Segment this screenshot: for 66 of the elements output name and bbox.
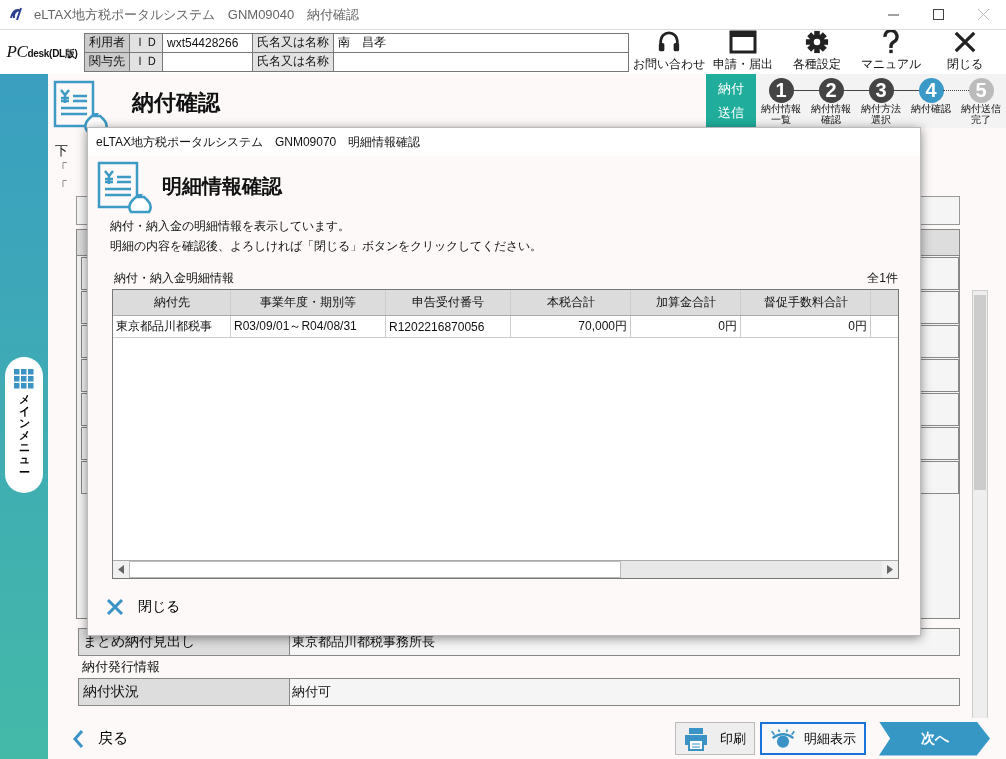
table-cell: 利用者 xyxy=(84,33,130,52)
table-cell: 氏名又は名称 xyxy=(252,33,334,52)
table-cell: 70,000円 xyxy=(511,316,631,337)
record-count: 全1件 xyxy=(867,270,898,287)
step-number: 1 xyxy=(768,78,794,103)
column-header: 督促手数料合計 xyxy=(741,290,871,315)
left-arrow-icon[interactable] xyxy=(118,565,124,574)
dialog-heading: 明細情報確認 xyxy=(162,173,282,199)
toolbar-button[interactable]: 申請・届出 xyxy=(706,30,780,74)
maximize-icon[interactable] xyxy=(933,9,944,20)
close-icon[interactable] xyxy=(978,9,989,20)
table-cell: R03/09/01～R04/08/31 xyxy=(231,316,386,337)
grid-icon xyxy=(14,369,34,389)
toolbar-button[interactable]: マニュアル xyxy=(854,30,928,74)
row-value: 納付可 xyxy=(290,679,959,705)
close-icon xyxy=(106,598,124,616)
column-header: 申告受付番号 xyxy=(386,290,511,315)
table-cell: 東京都品川都税事 xyxy=(113,316,231,337)
close-icon xyxy=(952,30,978,54)
column-header: 本税合計 xyxy=(511,290,631,315)
printer-icon xyxy=(684,726,708,751)
column-header: 加算金合計 xyxy=(631,290,741,315)
step-label: 納付情報確認 xyxy=(810,104,852,125)
headset-icon xyxy=(656,30,682,54)
table-cell: wxt54428266 xyxy=(162,33,253,52)
help-icon xyxy=(882,30,900,54)
table-cell: ＩＤ xyxy=(129,33,163,52)
column-header: 納付先 xyxy=(113,290,231,315)
close-button[interactable]: 閉じる xyxy=(100,597,186,617)
eye-icon xyxy=(770,727,796,750)
step-label: 納付情報一覧 xyxy=(760,104,802,125)
scrollbar[interactable] xyxy=(972,290,988,718)
horizontal-scrollbar[interactable] xyxy=(113,560,898,578)
toolbar-button[interactable]: お問い合わせ xyxy=(632,30,706,74)
step-label: 納付送信完了 xyxy=(960,104,1002,125)
print-button[interactable]: 印刷 xyxy=(675,722,755,755)
main-menu-button[interactable]: メインメニュー xyxy=(5,357,43,493)
intro-text: 「 xyxy=(55,178,68,196)
description-text: 明細の内容を確認後、よろしければ「閉じる」ボタンをクリックしてください。 xyxy=(110,238,543,255)
toolbar-button[interactable]: 閉じる xyxy=(928,30,1002,74)
product-logo: PCdesk(DL版) xyxy=(5,42,79,62)
details-button[interactable]: 明細表示 xyxy=(760,722,866,755)
toolbar-button[interactable]: 各種設定 xyxy=(780,30,854,74)
chevron-left-icon xyxy=(72,728,84,749)
intro-text: 下 xyxy=(55,142,68,160)
step-number: 5 xyxy=(968,78,994,103)
row-label: 納付状況 xyxy=(79,679,290,705)
step-label: 納付確認 xyxy=(910,104,952,115)
window-icon xyxy=(729,30,757,54)
table-cell: 0円 xyxy=(631,316,741,337)
back-button[interactable]: 戻る xyxy=(66,727,134,750)
step-label: 納付方法選択 xyxy=(860,104,902,125)
intro-text: 「 xyxy=(55,160,68,178)
right-arrow-icon[interactable] xyxy=(887,565,893,574)
page-title: 納付確認 xyxy=(132,89,220,117)
column-header: 事業年度・期別等 xyxy=(231,290,386,315)
step-number: 4 xyxy=(918,78,944,103)
table-cell: R1202216870056 xyxy=(386,316,511,337)
step-number: 3 xyxy=(868,78,894,103)
table-title: 納付・納入金明細情報 xyxy=(114,270,234,287)
window-title: eLTAX地方税ポータルシステム GNM09040 納付確認 xyxy=(34,5,360,24)
step-number: 2 xyxy=(818,78,844,103)
table-cell: 南 昌孝 xyxy=(333,33,629,52)
description-text: 納付・納入金の明細情報を表示しています。 xyxy=(110,218,351,235)
section-title: 納付発行情報 xyxy=(82,658,160,676)
table-cell: 0円 xyxy=(741,316,871,337)
